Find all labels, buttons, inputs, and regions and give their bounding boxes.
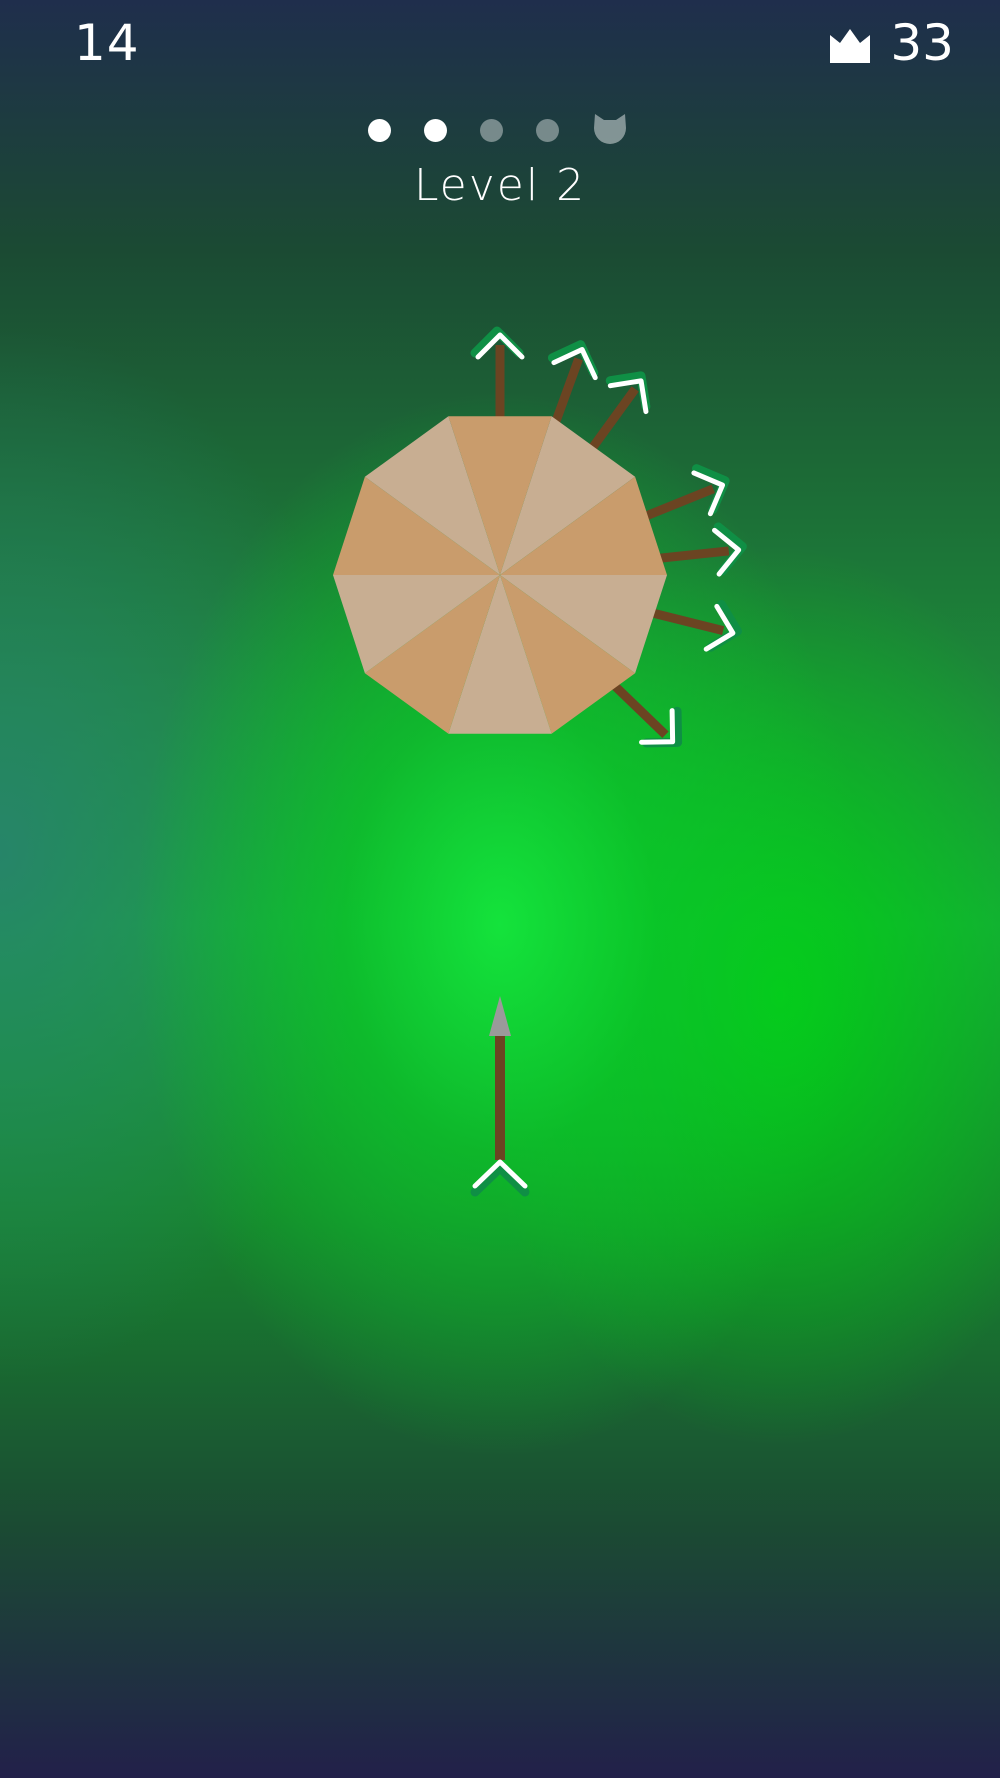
arrow-fletching	[605, 371, 651, 415]
game-board[interactable]	[0, 0, 1000, 1778]
target-log	[333, 416, 667, 734]
arrow-tip	[489, 996, 511, 1036]
arrow-fletching	[470, 1159, 530, 1197]
arrow-fletching	[691, 464, 730, 517]
ready-arrow[interactable]	[470, 996, 530, 1197]
